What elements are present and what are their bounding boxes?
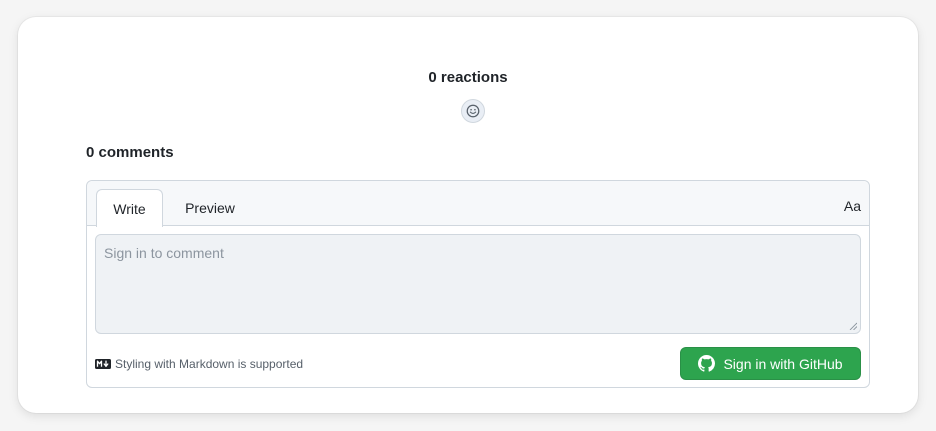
reactions-count-title: 0 reactions xyxy=(428,69,508,86)
comment-textarea[interactable]: Sign in to comment xyxy=(95,234,861,334)
sign-in-github-button[interactable]: Sign in with GitHub xyxy=(680,347,861,380)
comments-widget: 0 reactions 0 comments Write Preview Aa … xyxy=(18,17,918,413)
text-format-toggle[interactable]: Aa xyxy=(844,198,861,214)
markdown-icon xyxy=(95,359,111,369)
github-icon xyxy=(698,355,716,372)
tab-write[interactable]: Write xyxy=(96,189,163,227)
add-reaction-button[interactable] xyxy=(461,99,485,123)
markdown-note-label: Styling with Markdown is supported xyxy=(115,357,304,371)
editor-tabs-bar: Write Preview Aa xyxy=(87,181,869,227)
smiley-icon xyxy=(466,104,480,118)
tab-preview[interactable]: Preview xyxy=(171,189,249,227)
comment-placeholder: Sign in to comment xyxy=(104,245,224,261)
markdown-support-note[interactable]: Styling with Markdown is supported xyxy=(95,357,303,371)
comment-editor: Write Preview Aa Sign in to comment Styl… xyxy=(86,180,870,388)
resize-grip-icon[interactable] xyxy=(849,322,857,330)
sign-in-label: Sign in with GitHub xyxy=(723,355,843,372)
comments-count-title: 0 comments xyxy=(86,144,174,161)
